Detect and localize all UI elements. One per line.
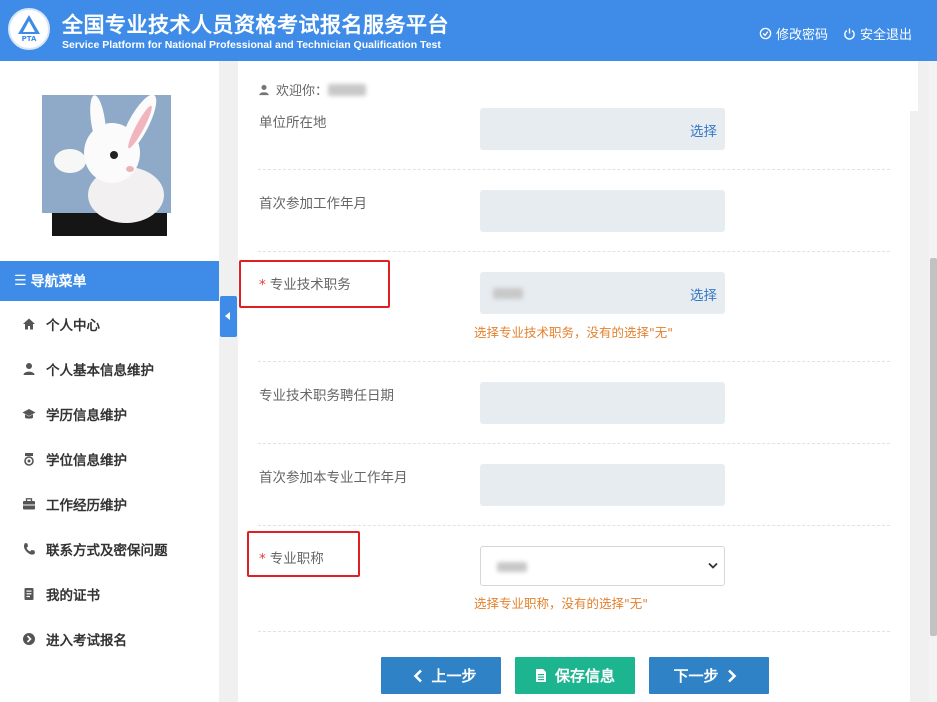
top-header: PTA 全国专业技术人员资格考试报名服务平台 Service Platform … [0,0,937,61]
save-info-button[interactable]: 保存信息 [515,657,635,694]
logout-label: 安全退出 [860,28,913,43]
label-first-work-date: 首次参加工作年月 [259,196,367,212]
user-icon [259,84,269,95]
prev-step-label: 上一步 [431,667,477,685]
nav-item-label: 学历信息维护 [46,407,127,424]
nav-menu-title: 导航菜单 [30,274,87,290]
nav-item-contact[interactable]: 联系方式及密保问题 [0,526,219,571]
power-icon [844,28,855,40]
nav-item-degree[interactable]: 学位信息维护 [0,436,219,481]
technical-position-select-link[interactable]: 选择 [690,284,717,304]
chevron-left-icon [414,669,423,682]
nav-item-exam-registration[interactable]: 进入考试报名 [0,616,219,661]
row-divider [258,251,890,252]
page-scrollbar-thumb[interactable] [930,258,937,636]
professional-title-hint: 选择专业职称，没有的选择"无" [474,596,648,611]
prev-step-button[interactable]: 上一步 [381,657,501,694]
user-icon [23,362,35,375]
user-avatar [42,94,171,236]
nav-item-personal-center[interactable]: 个人中心 [0,301,219,346]
platform-subtitle: Service Platform for National Profession… [62,39,441,51]
logo-text: PTA [21,35,37,43]
technical-position-hint: 选择专业技术职务，没有的选择"无" [474,325,673,340]
nav-item-label: 进入考试报名 [46,632,127,649]
redacted-username [328,83,367,96]
change-password-label: 修改密码 [776,28,829,43]
nav-item-label: 个人中心 [46,317,100,334]
save-info-label: 保存信息 [554,667,615,685]
nav-item-label: 工作经历维护 [46,497,127,514]
pta-logo: PTA [8,8,50,50]
label-work-location: 单位所在地 [259,115,327,131]
highlight-box [247,531,360,577]
work-location-select-link[interactable]: 选择 [690,120,717,140]
row-divider [258,361,890,362]
welcome-text: 欢迎你： [258,80,367,99]
chevron-right-icon [727,669,736,682]
appointment-date-field[interactable] [480,382,725,424]
professional-title-select[interactable] [480,546,725,586]
nav-item-basic-info[interactable]: 个人基本信息维护 [0,346,219,391]
briefcase-icon [23,497,35,509]
label-first-professional-work-date: 首次参加本专业工作年月 [259,470,408,486]
file-icon [535,669,546,682]
row-divider [258,443,890,444]
label-appointment-date: 专业技术职务聘任日期 [259,388,394,404]
first-work-date-field[interactable] [480,190,725,232]
nav-item-work-history[interactable]: 工作经历维护 [0,481,219,526]
logout-link[interactable]: 安全退出 [843,24,912,43]
next-step-label: 下一步 [673,667,719,685]
home-icon [23,318,35,329]
check-circle-icon [759,27,772,40]
arrow-circle-right-icon [23,632,35,645]
technical-position-field[interactable]: 选择 [480,272,725,314]
nav-item-certificates[interactable]: 我的证书 [0,571,219,616]
chevron-down-icon [708,562,718,569]
medal-icon [24,452,34,466]
nav-item-label: 个人基本信息维护 [46,362,154,379]
redacted-value [493,288,523,299]
first-professional-work-date-field[interactable] [480,464,725,506]
work-location-field[interactable]: 选择 [480,108,725,150]
nav-item-label: 联系方式及密保问题 [46,542,168,559]
sidebar-collapse-toggle[interactable] [220,296,237,337]
certificate-icon [24,587,34,600]
row-divider [258,525,890,526]
platform-title: 全国专业技术人员资格考试报名服务平台 [62,13,449,37]
next-step-button[interactable]: 下一步 [649,657,769,694]
highlight-box [239,260,390,308]
row-divider [258,631,890,632]
menu-bars-icon: ☰ [14,273,27,289]
nav-menu-header[interactable]: ☰ 导航菜单 [0,261,219,301]
nav-item-education[interactable]: 学历信息维护 [0,391,219,436]
phone-icon [23,542,35,555]
change-password-link[interactable]: 修改密码 [759,24,828,43]
welcome-label: 欢迎你： [276,84,329,99]
nav-item-label: 学位信息维护 [46,452,127,469]
redacted-value [497,562,527,572]
graduation-cap-icon [22,408,36,419]
left-sidebar: ☰ 导航菜单 个人中心 个人基本信息维护 学历信息维护 学位信息维护 工作经历维… [0,61,219,702]
row-divider [258,169,890,170]
nav-item-label: 我的证书 [46,587,100,604]
